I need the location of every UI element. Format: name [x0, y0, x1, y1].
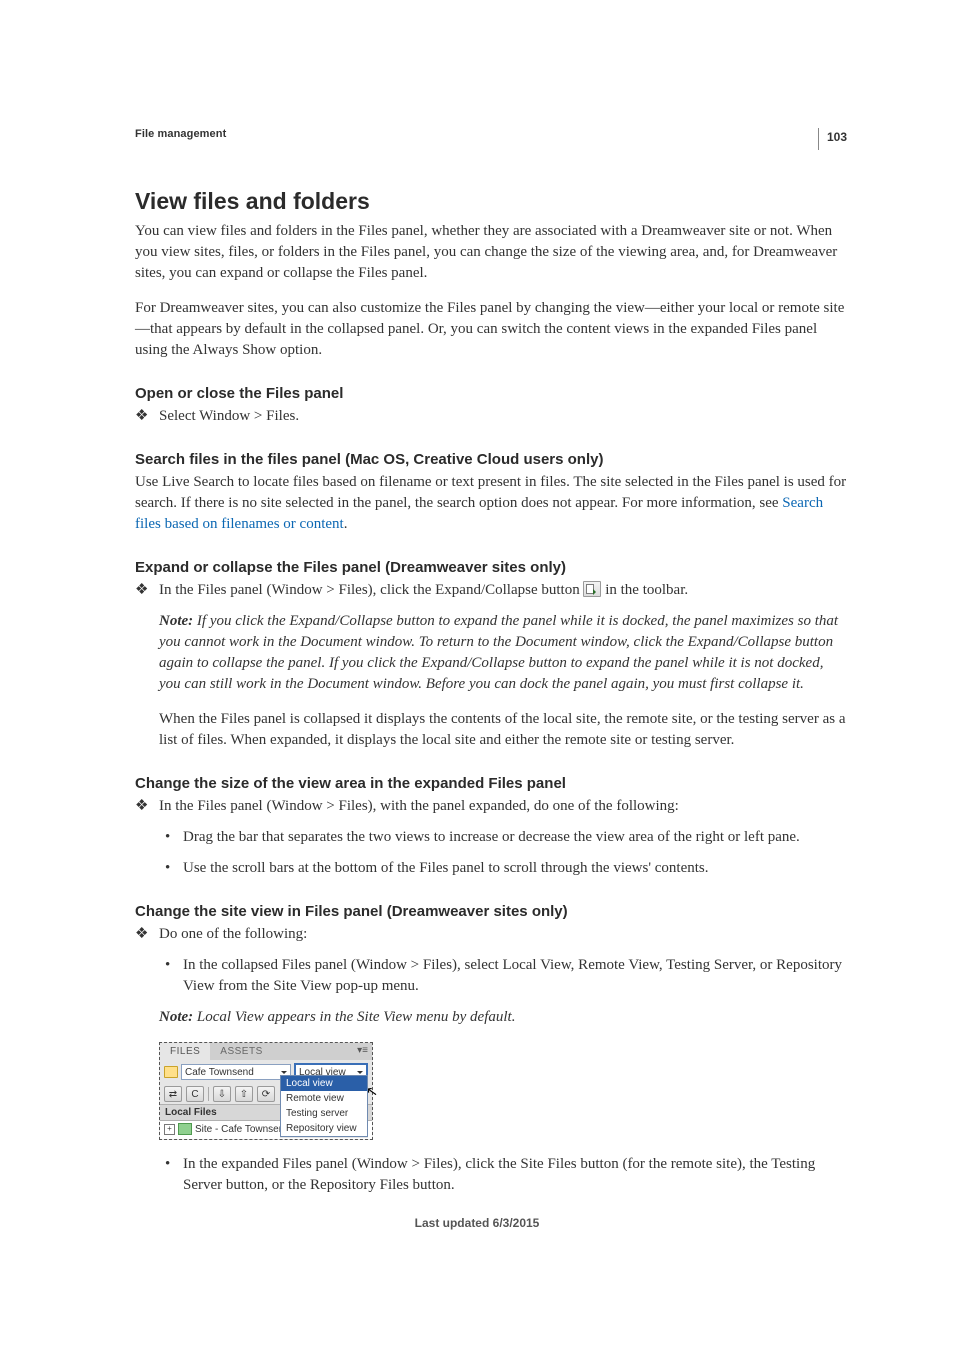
page-title: View files and folders	[135, 188, 847, 215]
running-head: File management	[135, 128, 847, 140]
intro-paragraph-1: You can view files and folders in the Fi…	[135, 221, 847, 284]
files-panel-screenshot: FILES ASSETS ▾≡ Cafe Townsend Local view…	[159, 1042, 373, 1140]
tab-assets[interactable]: ASSETS	[210, 1043, 272, 1060]
resize-option-scroll: Use the scroll bars at the bottom of the…	[183, 858, 709, 879]
expand-collapse-instruction: In the Files panel (Window > Files), cli…	[159, 580, 688, 601]
connect-icon[interactable]: ⇄	[164, 1086, 182, 1102]
diamond-bullet-icon: ❖	[135, 924, 149, 945]
bullet-icon: •	[165, 1154, 173, 1196]
section-change-view-heading: Change the site view in Files panel (Dre…	[135, 903, 847, 920]
search-paragraph: Use Live Search to locate files based on…	[135, 472, 847, 535]
menu-item-remote-view[interactable]: Remote view	[281, 1091, 367, 1106]
expand-collapse-behavior: When the Files panel is collapsed it dis…	[159, 709, 847, 751]
menu-item-testing-server[interactable]: Testing server	[281, 1106, 367, 1121]
bullet-icon: •	[165, 955, 173, 997]
sync-icon[interactable]: ⟳	[257, 1086, 275, 1102]
toolbar-divider	[208, 1087, 209, 1101]
resize-intro: In the Files panel (Window > Files), wit…	[159, 796, 679, 817]
change-view-note: Note: Local View appears in the Site Vie…	[159, 1007, 847, 1028]
expand-tree-icon[interactable]: +	[164, 1124, 175, 1135]
folder-icon	[164, 1066, 178, 1078]
site-dropdown[interactable]: Cafe Townsend	[181, 1064, 291, 1080]
put-icon[interactable]: ⇧	[235, 1086, 253, 1102]
section-resize-heading: Change the size of the view area in the …	[135, 775, 847, 792]
bullet-icon: •	[165, 827, 173, 848]
bullet-icon: •	[165, 858, 173, 879]
section-expand-collapse-heading: Expand or collapse the Files panel (Drea…	[135, 559, 847, 576]
intro-paragraph-2: For Dreamweaver sites, you can also cust…	[135, 298, 847, 361]
expand-collapse-icon	[583, 581, 601, 597]
search-paragraph-text: Use Live Search to locate files based on…	[135, 474, 846, 511]
page-number: 103	[818, 128, 847, 150]
note-label: Note:	[159, 613, 197, 629]
change-view-expanded: In the expanded Files panel (Window > Fi…	[183, 1154, 847, 1196]
refresh-icon[interactable]: C	[186, 1086, 204, 1102]
panel-menu-icon[interactable]: ▾≡	[353, 1043, 372, 1060]
expand-collapse-text-a: In the Files panel (Window > Files), cli…	[159, 582, 583, 598]
note-text: Local View appears in the Site View menu…	[197, 1009, 516, 1025]
change-view-collapsed: In the collapsed Files panel (Window > F…	[183, 955, 847, 997]
section-search-heading: Search files in the files panel (Mac OS,…	[135, 451, 847, 468]
site-folder-icon	[178, 1123, 192, 1135]
tree-row-label: Site - Cafe Townsen	[195, 1124, 284, 1135]
search-paragraph-tail: .	[344, 516, 348, 532]
site-view-menu[interactable]: Local view Remote view Testing server Re…	[280, 1075, 368, 1137]
note-text: If you click the Expand/Collapse button …	[159, 613, 838, 692]
section-open-close-heading: Open or close the Files panel	[135, 385, 847, 402]
diamond-bullet-icon: ❖	[135, 580, 149, 601]
tab-files[interactable]: FILES	[160, 1043, 210, 1060]
get-icon[interactable]: ⇩	[213, 1086, 231, 1102]
diamond-bullet-icon: ❖	[135, 406, 149, 427]
expand-collapse-note: Note: If you click the Expand/Collapse b…	[159, 611, 847, 695]
open-close-instruction: Select Window > Files.	[159, 406, 299, 427]
change-view-intro: Do one of the following:	[159, 924, 307, 945]
note-label: Note:	[159, 1009, 197, 1025]
menu-item-local-view[interactable]: Local view	[281, 1076, 367, 1091]
menu-item-repository-view[interactable]: Repository view	[281, 1121, 367, 1136]
expand-collapse-text-b: in the toolbar.	[605, 582, 688, 598]
diamond-bullet-icon: ❖	[135, 796, 149, 817]
site-name-label: Cafe Townsend	[185, 1067, 254, 1078]
resize-option-drag: Drag the bar that separates the two view…	[183, 827, 800, 848]
page-footer: Last updated 6/3/2015	[0, 1216, 954, 1230]
